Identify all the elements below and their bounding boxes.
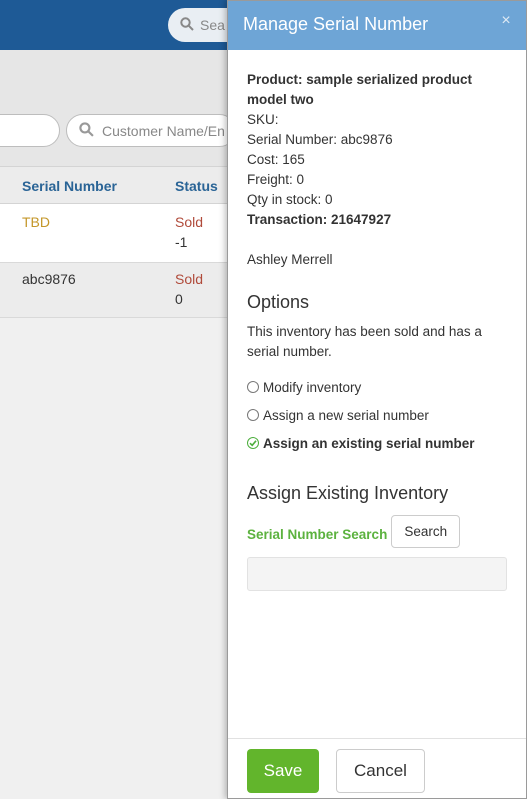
cost-line: Cost: 165 bbox=[247, 152, 305, 167]
panel-body: Product: sample serialized product model… bbox=[247, 70, 512, 591]
search-icon bbox=[180, 16, 194, 34]
radio-label: Modify inventory bbox=[263, 379, 362, 395]
serial-cell: abc9876 bbox=[22, 271, 76, 287]
radio-assign-existing-serial[interactable]: Assign an existing serial number bbox=[247, 433, 512, 453]
filter-input-left[interactable] bbox=[0, 114, 60, 147]
qty-in-stock-line: Qty in stock: 0 bbox=[247, 192, 333, 207]
panel-header: Manage Serial Number × bbox=[228, 1, 526, 50]
status-cell: Sold bbox=[175, 214, 204, 230]
qty-cell: -1 bbox=[175, 234, 188, 250]
sku-line: SKU: bbox=[247, 112, 279, 127]
panel-footer: Save Cancel bbox=[228, 738, 526, 798]
options-description: This inventory has been sold and has a s… bbox=[247, 324, 482, 359]
customer-filter-placeholder: Customer Name/En bbox=[102, 122, 225, 139]
serial-search-row: Serial Number Search Search bbox=[247, 515, 512, 548]
radio-modify-inventory[interactable]: Modify inventory bbox=[247, 377, 512, 397]
save-button[interactable]: Save bbox=[247, 749, 319, 793]
customer-name: Ashley Merrell bbox=[247, 252, 333, 267]
serial-number-search-input[interactable] bbox=[247, 557, 507, 591]
radio-unchecked-icon[interactable] bbox=[247, 381, 259, 393]
freight-line: Freight: 0 bbox=[247, 172, 305, 187]
serial-number-line: Serial Number: abc9876 bbox=[247, 132, 393, 147]
panel-title: Manage Serial Number bbox=[243, 14, 429, 34]
search-icon bbox=[79, 121, 94, 140]
check-circle-icon[interactable] bbox=[247, 437, 259, 449]
radio-label: Assign a new serial number bbox=[263, 407, 429, 423]
radio-unchecked-icon[interactable] bbox=[247, 409, 259, 421]
serial-number-search-label: Serial Number Search bbox=[247, 526, 388, 542]
search-button[interactable]: Search bbox=[391, 515, 461, 548]
product-line: Product: sample serialized product model… bbox=[247, 72, 473, 107]
serial-cell: TBD bbox=[22, 214, 50, 230]
radio-assign-new-serial[interactable]: Assign a new serial number bbox=[247, 405, 512, 425]
column-header-serial-number[interactable]: Serial Number bbox=[22, 178, 117, 194]
radio-label: Assign an existing serial number bbox=[263, 435, 475, 451]
cancel-button[interactable]: Cancel bbox=[336, 749, 425, 793]
assign-existing-heading: Assign Existing Inventory bbox=[247, 483, 449, 503]
customer-filter-input[interactable]: Customer Name/En bbox=[66, 114, 236, 147]
options-heading: Options bbox=[247, 292, 310, 312]
status-cell: Sold bbox=[175, 271, 204, 287]
manage-serial-number-panel: Manage Serial Number × Product: sample s… bbox=[227, 0, 527, 799]
transaction-line: Transaction: 21647927 bbox=[247, 212, 392, 227]
close-icon[interactable]: × bbox=[498, 13, 514, 29]
qty-cell: 0 bbox=[175, 291, 183, 307]
top-search-placeholder: Sea bbox=[200, 17, 225, 33]
column-header-status[interactable]: Status bbox=[175, 178, 218, 194]
